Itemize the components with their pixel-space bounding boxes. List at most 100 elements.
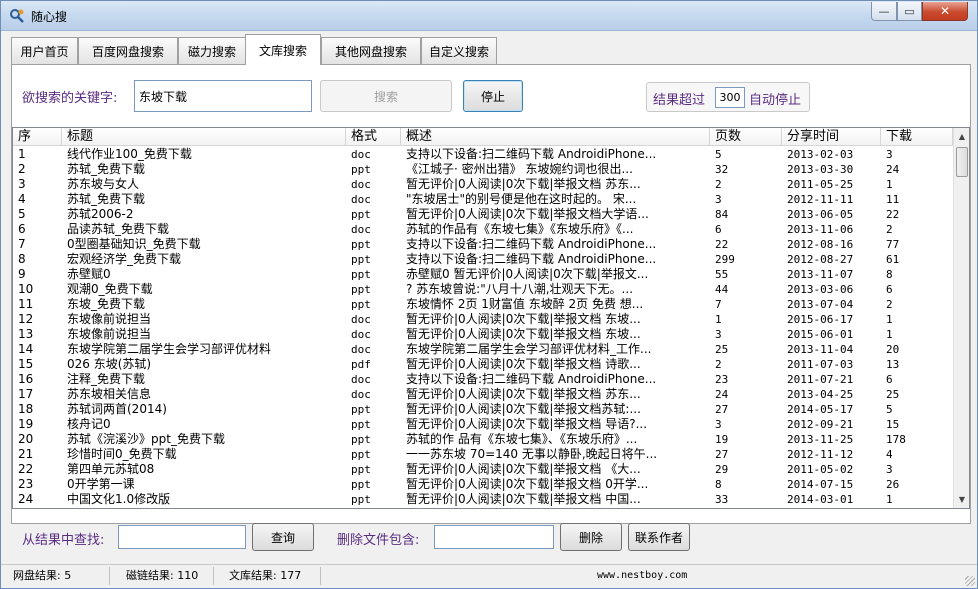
cell-format: doc bbox=[351, 328, 371, 341]
stop-button[interactable]: 停止 bbox=[463, 80, 523, 112]
cell-index: 1 bbox=[18, 147, 26, 161]
table-row[interactable]: 4 苏轼_免费下载 doc "东坡居士"的别号便是他在这时起的。 宋... 3 2012-… bbox=[13, 192, 953, 207]
resize-grip-icon[interactable] bbox=[965, 576, 975, 586]
cell-title: 东坡像前说担当 bbox=[67, 312, 152, 326]
cell-pages: 24 bbox=[715, 388, 729, 401]
cell-pages: 84 bbox=[715, 208, 729, 221]
table-row[interactable]: 24 中国文化1.0修改版 ppt 暂无评价|0人阅读|0次下载|举报文档 中国...… bbox=[13, 492, 953, 507]
table-row[interactable]: 22 第四单元苏轼08 ppt 暂无评价|0人阅读|0次下载|举报文档 《大... 29… bbox=[13, 462, 953, 477]
cell-share-time: 2013-07-04 bbox=[787, 298, 854, 311]
scroll-down-icon[interactable]: ▼ bbox=[954, 491, 969, 508]
table-row[interactable]: 21 珍惜时间0_免费下载 ppt 一一苏东坡 70=140 无事以静卧,晚起日将午.… bbox=[13, 447, 953, 462]
table-row[interactable]: 11 东坡_免费下载 ppt 东坡情怀 2页 1财富值 东坡醉 2页 免费 想... 7… bbox=[13, 297, 953, 312]
column-header-index[interactable]: 序 bbox=[13, 128, 62, 146]
cell-format: ppt bbox=[351, 163, 371, 176]
cell-summary: ? 苏东坡曾说:"八月十八潮,壮观天下无。... bbox=[406, 282, 634, 296]
cell-pages: 5 bbox=[715, 148, 722, 161]
find-in-results-input[interactable] bbox=[118, 525, 246, 549]
cell-share-time: 2012-11-11 bbox=[787, 193, 854, 206]
table-row[interactable]: 19 核舟记0 ppt 暂无评价|0人阅读|0次下载|举报文档 导语?... 3 2012… bbox=[13, 417, 953, 432]
cell-title: 东坡像前说担当 bbox=[67, 327, 152, 341]
cell-pages: 27 bbox=[715, 403, 729, 416]
cell-pages: 44 bbox=[715, 283, 729, 296]
cell-downloads: 61 bbox=[886, 253, 900, 266]
search-button[interactable]: 搜索 bbox=[320, 80, 452, 112]
cell-title: 观潮0_免费下载 bbox=[67, 282, 153, 296]
cell-summary: 支持以下设备:扫二维码下载 AndroidiPhone... bbox=[406, 252, 657, 266]
delete-contains-input[interactable] bbox=[434, 525, 554, 549]
table-row[interactable]: 20 苏轼《浣溪沙》ppt_免费下载 ppt 苏轼的作 品有《东坡七集》、《东坡乐府》… bbox=[13, 432, 953, 447]
column-header-title[interactable]: 标题 bbox=[62, 128, 346, 146]
cell-format: ppt bbox=[351, 433, 371, 446]
grid-rows: 1 线代作业100_免费下载doc 支持以下设备:扫二维码下载 AndroidiPh… bbox=[13, 147, 953, 507]
table-row[interactable]: 17 苏东坡相关信息 doc 暂无评价|0人阅读|0次下载|举报文档 苏东... 24 2… bbox=[13, 387, 953, 402]
cell-downloads: 24 bbox=[886, 163, 900, 176]
cell-title: 赤壁赋0 bbox=[67, 267, 111, 281]
column-header-summary[interactable]: 概述 bbox=[401, 128, 710, 146]
table-row[interactable]: 2 苏轼_免费下载 ppt 《江城子· 密州出猎》 东坡婉约词也很出... 32 2013… bbox=[13, 162, 953, 177]
tab-baidu-pan-search[interactable]: 百度网盘搜索 bbox=[78, 37, 178, 64]
column-header-format[interactable]: 格式 bbox=[346, 128, 401, 146]
column-header-pages[interactable]: 页数 bbox=[710, 128, 782, 146]
table-row[interactable]: 5 苏轼2006-2 ppt 暂无评价|0人阅读|0次下载|举报文档大学语... 84 2… bbox=[13, 207, 953, 222]
table-row[interactable]: 13 东坡像前说担当 doc 暂无评价|0人阅读|0次下载|举报文档 东坡... 3 20… bbox=[13, 327, 953, 342]
cell-title: 苏轼《浣溪沙》ppt_免费下载 bbox=[67, 432, 225, 446]
table-row[interactable]: 18 苏轼词两首(2014) ppt 暂无评价|0人阅读|0次下载|举报文档苏轼:..… bbox=[13, 402, 953, 417]
minimize-button[interactable]: — bbox=[871, 2, 897, 21]
cell-summary: 暂无评价|0人阅读|0次下载|举报文档 东坡... bbox=[406, 312, 641, 326]
table-row[interactable]: 8 宏观经济学_免费下载 ppt 支持以下设备:扫二维码下载 AndroidiPhon… bbox=[13, 252, 953, 267]
cell-title: 品读苏轼_免费下载 bbox=[67, 222, 170, 236]
keyword-input[interactable] bbox=[134, 80, 312, 112]
cell-index: 23 bbox=[18, 477, 34, 491]
cell-summary: 暂无评价|0人阅读|0次下载|举报文档 《大... bbox=[406, 462, 641, 476]
cell-pages: 27 bbox=[715, 448, 729, 461]
tab-other-pan-search[interactable]: 其他网盘搜索 bbox=[321, 37, 421, 64]
cell-downloads: 4 bbox=[886, 448, 893, 461]
cell-downloads: 20 bbox=[886, 343, 900, 356]
tab-home[interactable]: 用户首页 bbox=[11, 37, 78, 64]
cell-summary: 暂无评价|0人阅读|0次下载|举报文档大学语... bbox=[406, 207, 649, 221]
column-header-share-time[interactable]: 分享时间 bbox=[782, 128, 881, 146]
title-bar[interactable]: 随心搜 — ▭ ✕ bbox=[1, 1, 977, 31]
scroll-up-icon[interactable]: ▲ bbox=[954, 128, 969, 145]
cell-downloads: 178 bbox=[886, 433, 906, 446]
delete-button[interactable]: 删除 bbox=[560, 523, 622, 551]
cell-share-time: 2013-03-30 bbox=[787, 163, 854, 176]
contact-author-button[interactable]: 联系作者 bbox=[628, 523, 690, 551]
cell-share-time: 2013-03-06 bbox=[787, 283, 854, 296]
maximize-button[interactable]: ▭ bbox=[897, 2, 922, 21]
cell-pages: 23 bbox=[715, 373, 729, 386]
results-grid[interactable]: 序 标题 格式 概述 页数 分享时间 下载 1 线代作业100_免费下载doc 支持… bbox=[12, 127, 970, 509]
cell-summary: "东坡居士"的别号便是他在这时起的。 宋... bbox=[406, 192, 637, 206]
table-row[interactable]: 6 品读苏轼_免费下载 doc 苏轼的作品有《东坡七集》《东坡乐府》《... 6 2013… bbox=[13, 222, 953, 237]
table-row[interactable]: 10 观潮0_免费下载 ppt ? 苏东坡曾说:"八月十八潮,壮观天下无。... 44 2… bbox=[13, 282, 953, 297]
limit-input[interactable] bbox=[715, 87, 745, 108]
table-row[interactable]: 3 苏东坡与女人 doc 暂无评价|0人阅读|0次下载|举报文档 苏东... 2 2011… bbox=[13, 177, 953, 192]
tab-custom-search[interactable]: 自定义搜索 bbox=[421, 37, 497, 64]
scroll-thumb[interactable] bbox=[956, 147, 968, 177]
cell-title: 东坡_免费下载 bbox=[67, 297, 146, 311]
table-row[interactable]: 23 0开学第一课 ppt 暂无评价|0人阅读|0次下载|举报文档 0开学... 8 20… bbox=[13, 477, 953, 492]
cell-title: 0开学第一课 bbox=[67, 477, 135, 491]
cell-pages: 25 bbox=[715, 343, 729, 356]
cell-index: 6 bbox=[18, 222, 26, 236]
table-row[interactable]: 15 026 东坡(苏轼) pdf 暂无评价|0人阅读|0次下载|举报文档 诗歌...… bbox=[13, 357, 953, 372]
tab-magnet-search[interactable]: 磁力搜索 bbox=[178, 37, 246, 64]
tab-wenku-search[interactable]: 文库搜索 bbox=[245, 34, 321, 65]
table-row[interactable]: 1 线代作业100_免费下载 doc 支持以下设备:扫二维码下载 AndroidiPh… bbox=[13, 147, 953, 162]
table-row[interactable]: 16 注释_免费下载 doc 支持以下设备:扫二维码下载 AndroidiPhone.… bbox=[13, 372, 953, 387]
cell-downloads: 3 bbox=[886, 463, 893, 476]
table-row[interactable]: 9 赤壁赋0 ppt 赤壁赋0 暂无评价|0人阅读|0次下载|举报文... 55 2013… bbox=[13, 267, 953, 282]
vertical-scrollbar[interactable]: ▲ ▼ bbox=[953, 128, 969, 508]
query-button[interactable]: 查询 bbox=[252, 523, 314, 551]
app-icon bbox=[10, 9, 24, 23]
close-button[interactable]: ✕ bbox=[922, 2, 968, 21]
cell-format: ppt bbox=[351, 493, 371, 506]
table-row[interactable]: 14 东坡学院第二届学生会学习部评优材料 doc 东坡学院第二届学生会学习部评优材料_… bbox=[13, 342, 953, 357]
column-header-downloads[interactable]: 下载 bbox=[881, 128, 953, 146]
table-row[interactable]: 7 0型圈基础知识_免费下载 ppt 支持以下设备:扫二维码下载 AndroidiPh… bbox=[13, 237, 953, 252]
close-icon: ✕ bbox=[939, 4, 951, 18]
table-row[interactable]: 12 东坡像前说担当 doc 暂无评价|0人阅读|0次下载|举报文档 东坡... 1 20… bbox=[13, 312, 953, 327]
cell-share-time: 2011-07-03 bbox=[787, 358, 854, 371]
cell-title: 线代作业100_免费下载 bbox=[67, 147, 192, 161]
